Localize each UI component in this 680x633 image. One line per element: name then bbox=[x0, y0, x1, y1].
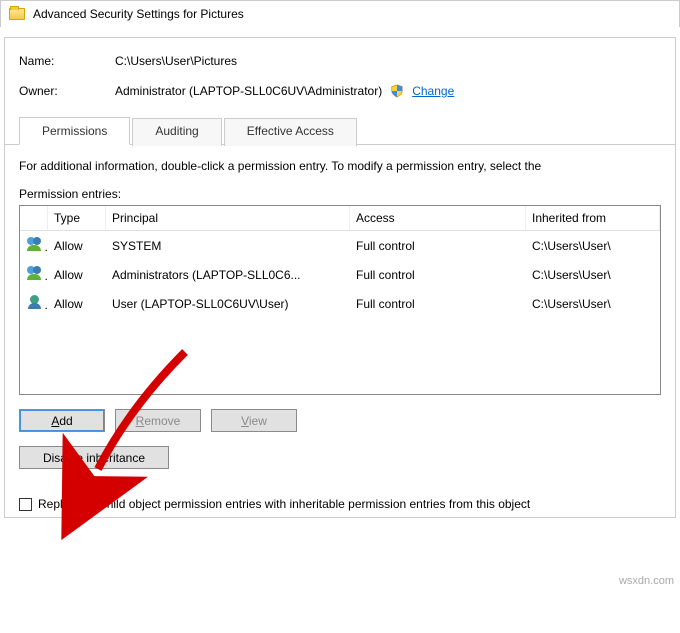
owner-value: Administrator (LAPTOP-SLL0C6UV\Administr… bbox=[115, 84, 382, 98]
table-row[interactable]: AllowSYSTEMFull controlC:\Users\User\ bbox=[20, 231, 660, 260]
name-value: C:\Users\User\Pictures bbox=[115, 54, 237, 68]
info-text: For additional information, double-click… bbox=[19, 159, 661, 173]
add-button[interactable]: Add bbox=[19, 409, 105, 432]
col-principal[interactable]: Principal bbox=[106, 206, 350, 230]
replace-checkbox-row: Replace all child object permission entr… bbox=[19, 497, 661, 511]
disable-inheritance-button[interactable]: Disable inheritance bbox=[19, 446, 169, 469]
entries-label: Permission entries: bbox=[19, 187, 661, 201]
watermark: wsxdn.com bbox=[619, 575, 674, 587]
tab-bar: Permissions Auditing Effective Access bbox=[5, 116, 675, 145]
cell-type: Allow bbox=[48, 294, 106, 314]
table-row[interactable]: AllowAdministrators (LAPTOP-SLL0C6...Ful… bbox=[20, 260, 660, 289]
tab-content: For additional information, double-click… bbox=[5, 145, 675, 483]
cell-access: Full control bbox=[350, 236, 526, 256]
disable-row: Disable inheritance bbox=[19, 446, 661, 469]
cell-access: Full control bbox=[350, 294, 526, 314]
group-icon bbox=[26, 266, 44, 280]
table-row[interactable]: AllowUser (LAPTOP-SLL0C6UV\User)Full con… bbox=[20, 289, 660, 318]
cell-type: Allow bbox=[48, 265, 106, 285]
user-icon bbox=[26, 295, 44, 309]
cell-inherited: C:\Users\User\ bbox=[526, 294, 660, 314]
name-label: Name: bbox=[19, 54, 115, 68]
tab-auditing[interactable]: Auditing bbox=[132, 118, 221, 146]
tab-effective-access[interactable]: Effective Access bbox=[224, 118, 357, 146]
cell-principal: User (LAPTOP-SLL0C6UV\User) bbox=[106, 294, 350, 314]
replace-checkbox[interactable] bbox=[19, 498, 32, 511]
tab-permissions[interactable]: Permissions bbox=[19, 117, 130, 145]
col-inherited[interactable]: Inherited from bbox=[526, 206, 660, 230]
group-icon bbox=[26, 237, 44, 251]
entries-list[interactable]: Type Principal Access Inherited from All… bbox=[19, 205, 661, 395]
cell-inherited: C:\Users\User\ bbox=[526, 236, 660, 256]
cell-principal: SYSTEM bbox=[106, 236, 350, 256]
cell-type: Allow bbox=[48, 236, 106, 256]
remove-button: Remove bbox=[115, 409, 201, 432]
cell-inherited: C:\Users\User\ bbox=[526, 265, 660, 285]
view-button: View bbox=[211, 409, 297, 432]
shield-icon bbox=[390, 84, 404, 98]
change-owner-link[interactable]: Change bbox=[412, 84, 454, 98]
main-panel: Name: C:\Users\User\Pictures Owner: Admi… bbox=[4, 37, 676, 518]
cell-access: Full control bbox=[350, 265, 526, 285]
col-type[interactable]: Type bbox=[48, 206, 106, 230]
name-row: Name: C:\Users\User\Pictures bbox=[5, 50, 675, 72]
col-access[interactable]: Access bbox=[350, 206, 526, 230]
folder-icon bbox=[9, 8, 25, 20]
cell-principal: Administrators (LAPTOP-SLL0C6... bbox=[106, 265, 350, 285]
owner-row: Owner: Administrator (LAPTOP-SLL0C6UV\Ad… bbox=[5, 80, 675, 102]
button-row: Add Remove View bbox=[19, 409, 661, 432]
replace-checkbox-label: Replace all child object permission entr… bbox=[38, 497, 530, 511]
window-title: Advanced Security Settings for Pictures bbox=[33, 7, 244, 21]
entries-header: Type Principal Access Inherited from bbox=[20, 206, 660, 231]
titlebar: Advanced Security Settings for Pictures bbox=[0, 0, 680, 27]
owner-label: Owner: bbox=[19, 84, 115, 98]
